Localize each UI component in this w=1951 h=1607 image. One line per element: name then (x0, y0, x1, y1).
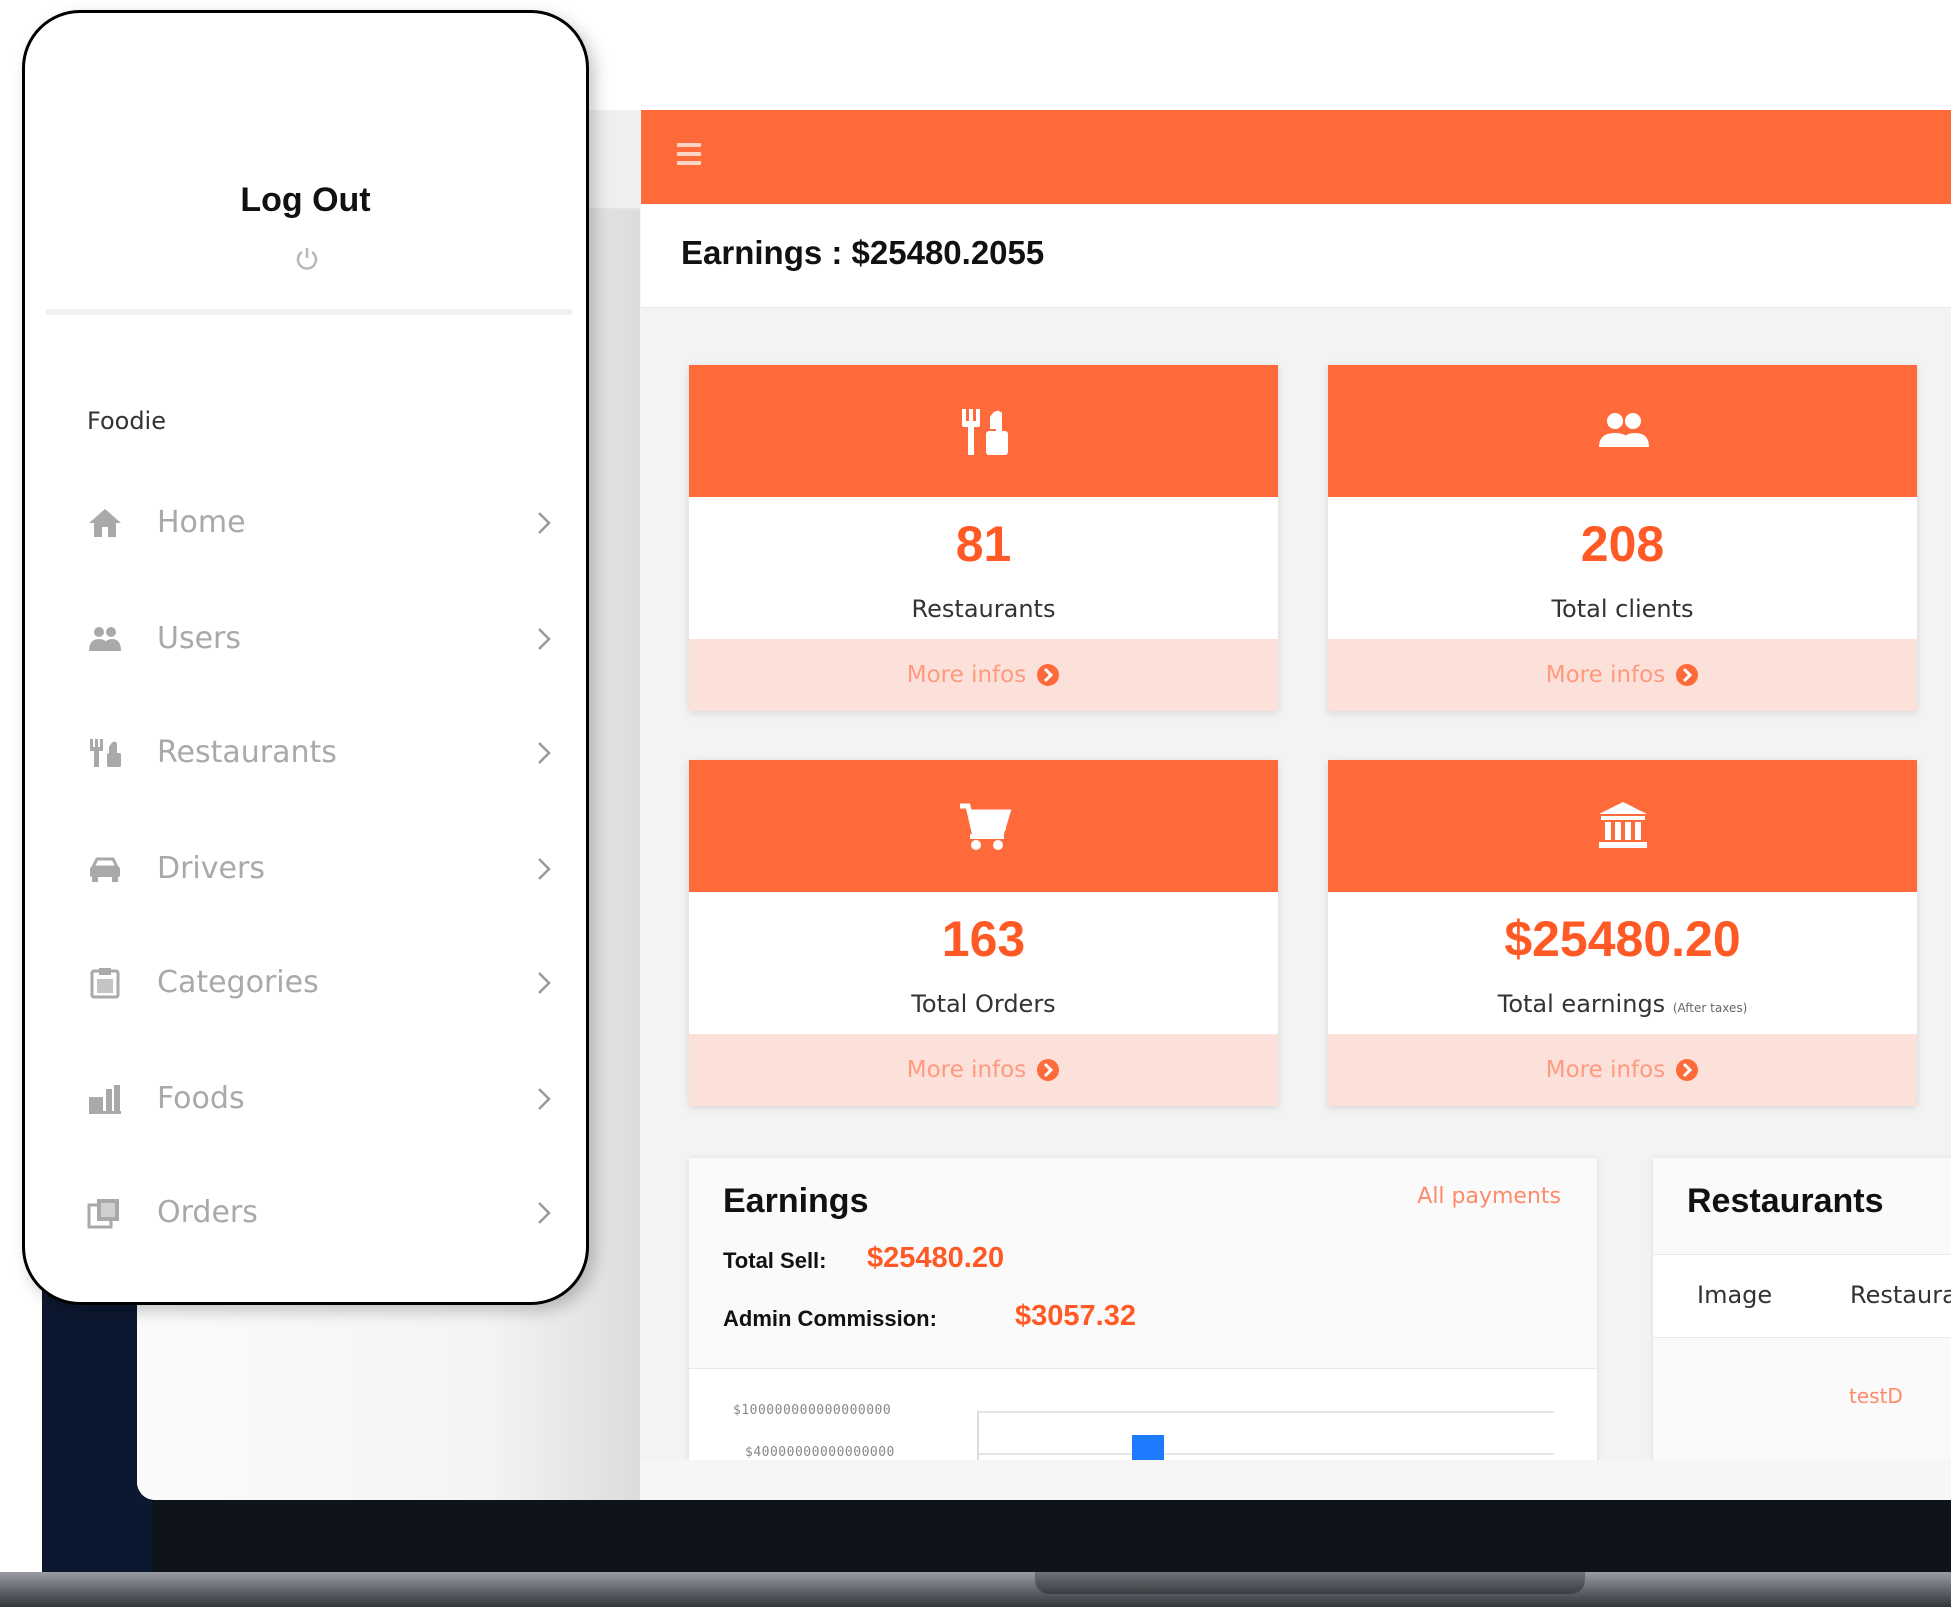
restaurant-name-link[interactable]: testD (1849, 1384, 1903, 1408)
card-header (1328, 760, 1917, 892)
chart-gridline (979, 1453, 1554, 1455)
logout-button[interactable]: Log Out (25, 181, 586, 220)
chevron-right-icon (538, 628, 551, 650)
card-value: 81 (955, 516, 1012, 572)
chevron-right-icon (538, 742, 551, 764)
sidebar-item-restaurants[interactable]: Restaurants (87, 723, 557, 783)
earnings-panel: Earnings All payments Total Sell: $25480… (689, 1158, 1597, 1460)
card-label: Total Orders (911, 990, 1056, 1018)
dashboard-main: Earnings : $25480.2055 81 Restaurants Mo… (641, 110, 1951, 1460)
chevron-right-icon (538, 972, 551, 994)
bank-icon (1598, 802, 1647, 848)
sidebar-item-foods[interactable]: Foods (87, 1069, 557, 1129)
card-label: Total clients (1551, 595, 1694, 623)
orders-icon (87, 1199, 119, 1229)
column-header: Image (1697, 1281, 1773, 1309)
more-infos-link[interactable]: More infos (1328, 1034, 1917, 1106)
arrow-circle-right-icon (1676, 1059, 1699, 1081)
card-label: Restaurants (911, 595, 1056, 623)
chevron-right-icon (538, 1088, 551, 1110)
restaurants-stat-card: 81 Restaurants More infos (689, 365, 1278, 711)
chevron-right-icon (538, 1202, 551, 1224)
all-payments-link[interactable]: All payments (1417, 1184, 1561, 1209)
mobile-sidebar: Log Out Foodie Home Users Restaurants Dr… (22, 10, 589, 1305)
earnings-heading: Earnings : $25480.2055 (681, 234, 1045, 271)
home-icon (89, 509, 121, 537)
restaurants-icon (961, 409, 1008, 455)
total-sell-value: $25480.20 (867, 1242, 1005, 1274)
cart-icon (959, 803, 1011, 850)
clients-stat-card: 208 Total clients More infos (1328, 365, 1917, 711)
arrow-circle-right-icon (1037, 1059, 1060, 1081)
sidebar-item-drivers[interactable]: Drivers (87, 839, 557, 899)
panel-title: Restaurants (1687, 1182, 1884, 1220)
arrow-circle-right-icon (1037, 664, 1060, 686)
table-header: Image Restaurant (1653, 1254, 1951, 1338)
sidebar-item-label: Home (157, 505, 246, 540)
chevron-right-icon (538, 858, 551, 880)
card-header (1328, 365, 1917, 497)
total-sell-label: Total Sell: (723, 1248, 827, 1273)
column-header: Restaurant (1850, 1281, 1951, 1309)
sidebar-item-categories[interactable]: Categories (87, 953, 557, 1013)
card-header (689, 365, 1278, 497)
car-icon (90, 857, 120, 882)
earnings-chart: $100000000000000000 $40000000000000000 (689, 1368, 1597, 1460)
more-infos-label: More infos (906, 1057, 1027, 1083)
laptop-hinge-notch (1035, 1572, 1585, 1594)
card-value: $25480.20 (1504, 911, 1741, 967)
sidebar-item-label: Users (157, 621, 242, 656)
sidebar-item-label: Categories (157, 965, 319, 1000)
card-value: 208 (1580, 516, 1665, 572)
sidebar-item-users[interactable]: Users (87, 609, 557, 669)
power-icon[interactable] (293, 245, 321, 273)
orders-stat-card: 163 Total Orders More infos (689, 760, 1278, 1106)
card-header (689, 760, 1278, 892)
brand-name: Foodie (87, 407, 166, 435)
clipboard-icon (90, 968, 120, 999)
sidebar-item-home[interactable]: Home (87, 493, 557, 553)
earnings-stat-card: $25480.20 Total earnings (After taxes) M… (1328, 760, 1917, 1106)
arrow-circle-right-icon (1676, 664, 1699, 686)
sidebar-item-label: Drivers (157, 851, 265, 886)
earnings-header: Earnings : $25480.2055 (641, 204, 1951, 308)
more-infos-label: More infos (1545, 1057, 1666, 1083)
card-label-note: (After taxes) (1672, 1001, 1748, 1015)
chart-gridline (979, 1411, 1554, 1413)
chart-tick-label: $40000000000000000 (745, 1445, 895, 1460)
users-icon (89, 627, 121, 651)
foods-icon (89, 1085, 121, 1114)
more-infos-label: More infos (906, 662, 1027, 688)
sidebar-item-orders[interactable]: Orders (87, 1183, 557, 1243)
sidebar-item-label: Orders (157, 1195, 258, 1230)
hamburger-menu-icon[interactable] (677, 143, 701, 165)
admin-commission-value: $3057.32 (1015, 1300, 1136, 1332)
admin-commission-label: Admin Commission: (723, 1306, 937, 1331)
more-infos-link[interactable]: More infos (689, 1034, 1278, 1106)
sidebar-item-label: Foods (157, 1081, 245, 1116)
chart-y-axis (977, 1411, 979, 1460)
laptop-base (0, 1572, 1951, 1607)
card-value: 163 (941, 911, 1026, 967)
chart-bar (1132, 1435, 1164, 1460)
top-bar (641, 110, 1951, 204)
more-infos-link[interactable]: More infos (689, 639, 1278, 711)
card-label: Total earnings (After taxes) (1497, 990, 1748, 1018)
more-infos-link[interactable]: More infos (1328, 639, 1917, 711)
restaurants-panel: Restaurants Image Restaurant testD (1653, 1158, 1951, 1460)
more-infos-label: More infos (1545, 662, 1666, 688)
sidebar-divider (45, 309, 572, 315)
restaurants-icon (90, 739, 121, 767)
panel-title: Earnings (723, 1182, 869, 1220)
chart-tick-label: $100000000000000000 (733, 1403, 892, 1418)
chevron-right-icon (538, 512, 551, 534)
sidebar-item-label: Restaurants (157, 735, 337, 770)
users-icon (1598, 413, 1649, 447)
